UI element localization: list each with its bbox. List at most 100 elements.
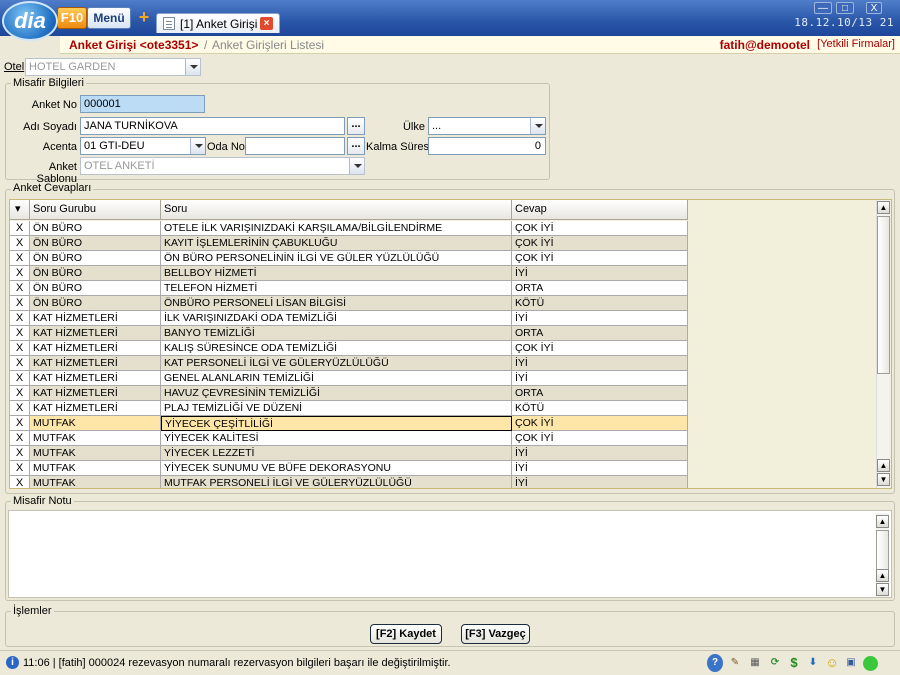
- delete-row-button[interactable]: X: [10, 401, 30, 416]
- cell-group[interactable]: MUTFAK: [30, 431, 161, 446]
- tab-anket-girisi[interactable]: [1] Anket Girişi ×: [156, 13, 280, 33]
- cell-answer[interactable]: İYİ: [512, 371, 688, 386]
- cell-question[interactable]: TELEFON HİZMETİ: [161, 281, 512, 296]
- cell-group[interactable]: KAT HİZMETLERİ: [30, 311, 161, 326]
- cell-answer[interactable]: KÖTÜ: [512, 401, 688, 416]
- delete-row-button[interactable]: X: [10, 236, 30, 251]
- refresh-icon[interactable]: ⟳: [767, 654, 783, 672]
- scroll-thumb[interactable]: [877, 216, 890, 374]
- cell-answer[interactable]: ORTA: [512, 281, 688, 296]
- cell-question[interactable]: ÖNBÜRO PERSONELİ LİSAN BİLGİSİ: [161, 296, 512, 311]
- cell-question[interactable]: KAYIT İŞLEMLERİNİN ÇABUKLUĞU: [161, 236, 512, 251]
- anket-no-field[interactable]: 000001: [80, 95, 205, 113]
- table-row[interactable]: X ÖN BÜRO ÖN BÜRO PERSONELİNİN İLGİ VE GÜL…: [10, 251, 688, 266]
- stay-length-field[interactable]: 0: [428, 137, 546, 155]
- tools-icon[interactable]: ✎: [727, 654, 743, 672]
- cell-answer[interactable]: İYİ: [512, 446, 688, 461]
- cell-answer[interactable]: ORTA: [512, 326, 688, 341]
- cell-answer[interactable]: İYİ: [512, 476, 688, 488]
- close-window-button[interactable]: X: [866, 2, 882, 14]
- cell-group[interactable]: KAT HİZMETLERİ: [30, 356, 161, 371]
- cell-group[interactable]: KAT HİZMETLERİ: [30, 401, 161, 416]
- room-lookup-button[interactable]: ...: [347, 137, 365, 155]
- download-icon[interactable]: ⬇: [805, 654, 821, 672]
- cell-answer[interactable]: ÇOK İYİ: [512, 221, 688, 236]
- full-name-lookup-button[interactable]: ...: [347, 117, 365, 135]
- note-scrollbar[interactable]: ▲ ▲ ▼: [876, 513, 889, 597]
- table-row[interactable]: X KAT HİZMETLERİ İLK VARIŞINIZDAKİ ODA TEM…: [10, 311, 688, 326]
- menu-button[interactable]: Menü: [87, 7, 131, 29]
- cancel-button[interactable]: [F3] Vazgeç: [461, 624, 530, 644]
- delete-row-button[interactable]: X: [10, 416, 30, 431]
- table-row[interactable]: X KAT HİZMETLERİ KALIŞ SÜRESİNCE ODA TEMİZ…: [10, 341, 688, 356]
- delete-row-button[interactable]: X: [10, 266, 30, 281]
- delete-row-button[interactable]: X: [10, 326, 30, 341]
- cell-question[interactable]: YİYECEK SUNUMU VE BÜFE DEKORASYONU: [161, 461, 512, 476]
- cell-group[interactable]: ÖN BÜRO: [30, 251, 161, 266]
- delete-row-button[interactable]: X: [10, 221, 30, 236]
- chevron-down-icon[interactable]: [530, 118, 545, 134]
- cell-group[interactable]: MUTFAK: [30, 416, 161, 431]
- chevron-down-icon[interactable]: [190, 138, 205, 154]
- cell-answer[interactable]: ÇOK İYİ: [512, 236, 688, 251]
- cell-group[interactable]: MUTFAK: [30, 446, 161, 461]
- cell-question[interactable]: YİYECEK LEZZETİ: [161, 446, 512, 461]
- cell-question[interactable]: BELLBOY HİZMETİ: [161, 266, 512, 281]
- cell-question[interactable]: İLK VARIŞINIZDAKİ ODA TEMİZLİĞİ: [161, 311, 512, 326]
- cell-question[interactable]: BANYO TEMİZLİĞİ: [161, 326, 512, 341]
- column-question-group[interactable]: Soru Gurubu: [30, 200, 161, 220]
- cell-answer[interactable]: İYİ: [512, 356, 688, 371]
- delete-row-button[interactable]: X: [10, 431, 30, 446]
- cell-group[interactable]: KAT HİZMETLERİ: [30, 326, 161, 341]
- table-row[interactable]: X KAT HİZMETLERİ GENEL ALANLARIN TEMİZLİĞİ…: [10, 371, 688, 386]
- close-tab-icon[interactable]: ×: [260, 17, 273, 30]
- table-row[interactable]: X MUTFAK YİYECEK LEZZETİ İYİ: [10, 446, 688, 461]
- column-chooser-icon[interactable]: ▾: [10, 200, 30, 220]
- delete-row-button[interactable]: X: [10, 296, 30, 311]
- cell-answer[interactable]: KÖTÜ: [512, 296, 688, 311]
- table-row[interactable]: X ÖN BÜRO TELEFON HİZMETİ ORTA: [10, 281, 688, 296]
- authorized-firms-link[interactable]: [Yetkili Firmalar]: [817, 38, 895, 50]
- cell-answer[interactable]: ÇOK İYİ: [512, 431, 688, 446]
- smiley-icon[interactable]: ☺: [824, 654, 840, 672]
- country-select[interactable]: ...: [428, 117, 546, 135]
- cell-question[interactable]: YİYECEK KALİTESİ: [161, 431, 512, 446]
- table-row[interactable]: X KAT HİZMETLERİ KAT PERSONELİ İLGİ VE GÜL…: [10, 356, 688, 371]
- scroll-up-icon[interactable]: ▲: [877, 459, 890, 472]
- delete-row-button[interactable]: X: [10, 446, 30, 461]
- cell-answer[interactable]: ÇOK İYİ: [512, 341, 688, 356]
- table-row[interactable]: X ÖN BÜRO ÖNBÜRO PERSONELİ LİSAN BİLGİSİ KÖ…: [10, 296, 688, 311]
- new-tab-plus-icon[interactable]: +: [137, 8, 151, 26]
- delete-row-button[interactable]: X: [10, 341, 30, 356]
- chevron-down-icon[interactable]: [185, 59, 200, 75]
- delete-row-button[interactable]: X: [10, 311, 30, 326]
- table-row[interactable]: X MUTFAK YİYECEK KALİTESİ ÇOK İYİ: [10, 431, 688, 446]
- save-button[interactable]: [F2] Kaydet: [370, 624, 442, 644]
- cell-group[interactable]: ÖN BÜRO: [30, 266, 161, 281]
- grid-scrollbar[interactable]: ▲ ▲ ▼: [876, 200, 890, 488]
- breadcrumb-list-link[interactable]: Anket Girişleri Listesi: [212, 38, 324, 52]
- delete-row-button[interactable]: X: [10, 461, 30, 476]
- cell-group[interactable]: ÖN BÜRO: [30, 296, 161, 311]
- table-row[interactable]: X ÖN BÜRO OTELE İLK VARIŞINIZDAKİ KARŞILAM…: [10, 221, 688, 236]
- cell-question[interactable]: YİYECEK ÇEŞİTLİLİĞİ: [161, 416, 512, 431]
- table-row[interactable]: X KAT HİZMETLERİ PLAJ TEMİZLİĞİ VE DÜZENİ K…: [10, 401, 688, 416]
- cell-answer[interactable]: İYİ: [512, 461, 688, 476]
- cell-group[interactable]: KAT HİZMETLERİ: [30, 341, 161, 356]
- column-answer[interactable]: Cevap: [512, 200, 688, 220]
- cell-answer[interactable]: ORTA: [512, 386, 688, 401]
- agency-select[interactable]: 01 GTI-DEU: [80, 137, 206, 155]
- currency-icon[interactable]: $: [786, 654, 802, 672]
- delete-row-button[interactable]: X: [10, 371, 30, 386]
- cell-question[interactable]: OTELE İLK VARIŞINIZDAKİ KARŞILAMA/BİLGİL…: [161, 221, 512, 236]
- room-no-field[interactable]: [245, 137, 345, 155]
- table-row[interactable]: X MUTFAK YİYECEK SUNUMU VE BÜFE DEKORASYON…: [10, 461, 688, 476]
- survey-template-select[interactable]: OTEL ANKETİ: [80, 157, 365, 175]
- scroll-down-icon[interactable]: ▼: [876, 583, 889, 596]
- cell-answer[interactable]: İYİ: [512, 266, 688, 281]
- cell-answer[interactable]: ÇOK İYİ: [512, 416, 688, 431]
- cell-group[interactable]: MUTFAK: [30, 461, 161, 476]
- f10-button[interactable]: F10: [57, 7, 87, 29]
- table-row[interactable]: X KAT HİZMETLERİ HAVUZ ÇEVRESİNİN TEMİZLİĞ…: [10, 386, 688, 401]
- scroll-up-icon[interactable]: ▲: [877, 201, 890, 214]
